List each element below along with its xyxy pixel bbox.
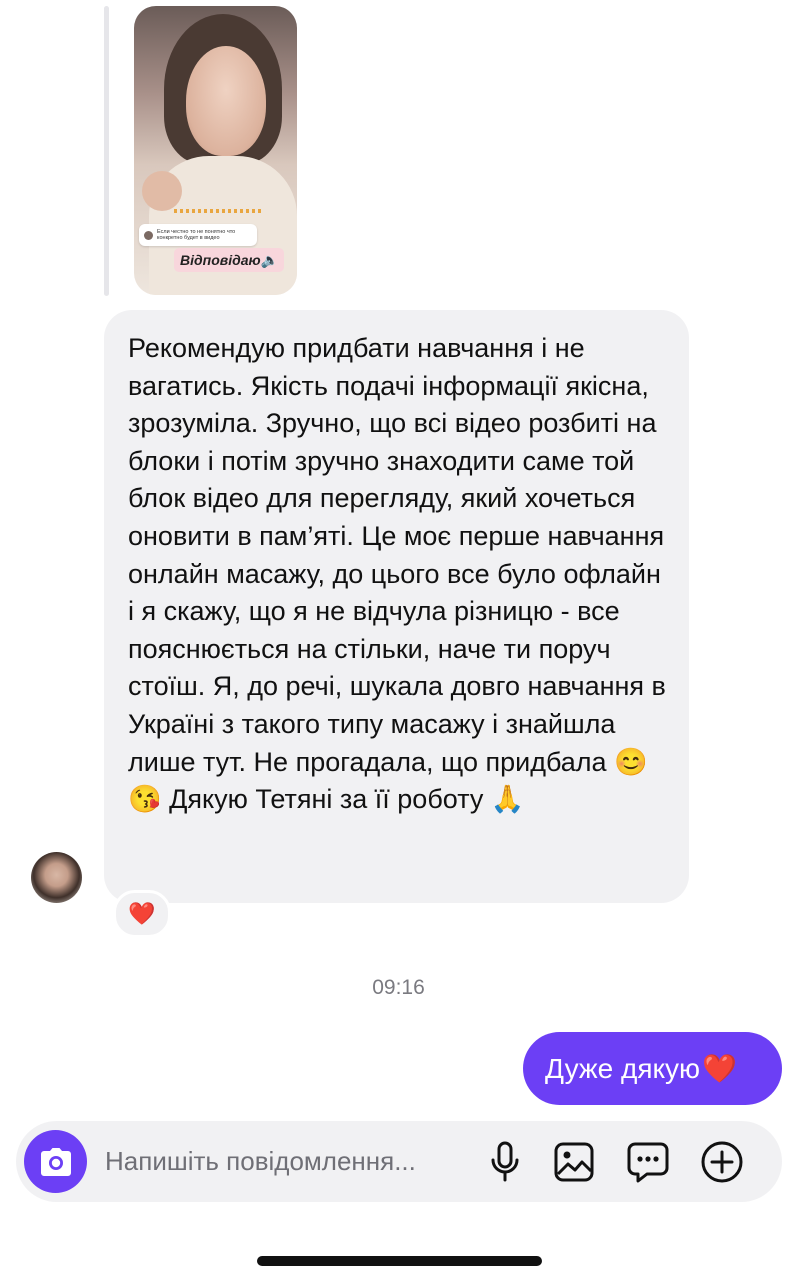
more-button[interactable] — [700, 1140, 744, 1184]
outgoing-message-emoji: ❤️ — [702, 1053, 737, 1084]
story-audio-wave — [174, 209, 264, 213]
gallery-button[interactable] — [552, 1140, 596, 1184]
image-icon — [554, 1142, 594, 1182]
incoming-message-bubble[interactable]: Рекомендую придбати навчання і не вагати… — [104, 310, 689, 903]
story-comment-text: Если честно то не понятно что конкретно … — [157, 228, 236, 242]
message-reaction[interactable]: ❤️ — [113, 890, 171, 938]
message-input[interactable]: Напишіть повідомлення... — [105, 1121, 416, 1202]
story-face — [186, 46, 266, 156]
home-indicator — [257, 1256, 542, 1266]
message-composer: Напишіть повідомлення... — [16, 1121, 782, 1202]
sticker-button[interactable] — [626, 1140, 670, 1184]
story-reply-tag: Відповідаю🔈 — [174, 248, 285, 272]
sticker-chat-icon — [627, 1142, 669, 1183]
message-timestamp: 09:16 — [372, 976, 425, 999]
camera-icon — [40, 1147, 71, 1176]
story-comment-card: Если честно то не понятно что конкретно … — [139, 224, 257, 246]
story-hand — [142, 171, 182, 211]
camera-button[interactable] — [24, 1130, 87, 1193]
reply-indicator-line — [104, 6, 109, 296]
incoming-message-text: Рекомендую придбати навчання і не вагати… — [128, 333, 666, 815]
outgoing-message-bubble[interactable]: Дуже дякую ❤️ — [523, 1032, 782, 1105]
outgoing-message-text: Дуже дякую — [545, 1052, 701, 1084]
microphone-icon — [491, 1141, 519, 1182]
plus-icon — [701, 1141, 743, 1183]
sender-avatar[interactable] — [31, 852, 82, 903]
story-comment-avatar — [144, 230, 153, 240]
microphone-button[interactable] — [483, 1140, 527, 1184]
